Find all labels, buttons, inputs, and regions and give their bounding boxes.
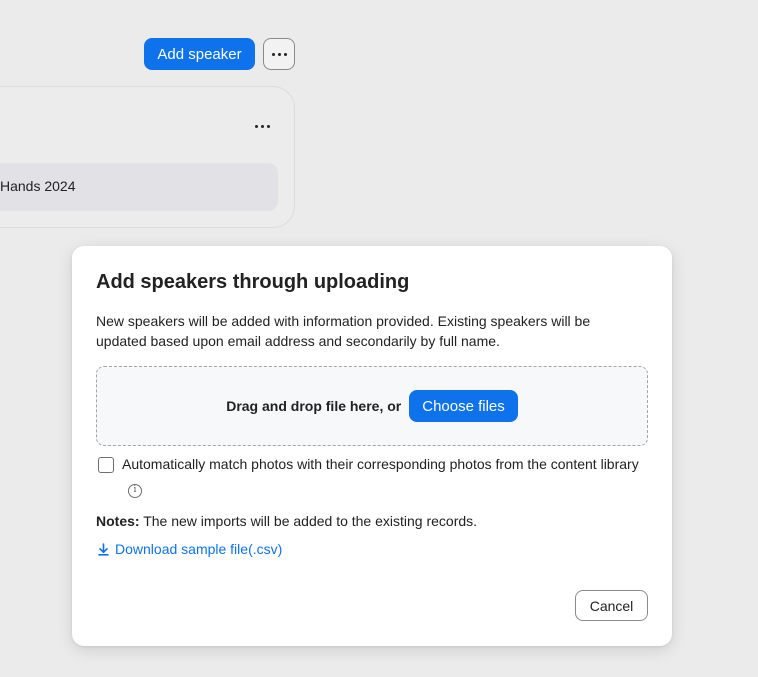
auto-match-photos-text: Automatically match photos with their co…	[122, 456, 639, 472]
ellipsis-icon	[254, 124, 270, 128]
dialog-title: Add speakers through uploading	[96, 271, 410, 293]
download-icon	[98, 542, 109, 556]
cancel-button[interactable]: Cancel	[575, 590, 648, 621]
auto-match-photos-label[interactable]: Automatically match photos with their co…	[122, 454, 642, 498]
ellipsis-icon	[271, 52, 287, 56]
page: Add speaker Hands 2024 Add speakers thro…	[0, 0, 758, 677]
notes: Notes: The new imports will be added to …	[96, 513, 477, 529]
download-sample-link[interactable]: Download sample file(.csv)	[97, 541, 282, 557]
choose-files-button[interactable]: Choose files	[409, 390, 518, 422]
auto-match-photos-checkbox[interactable]	[98, 457, 114, 473]
notes-text: The new imports will be added to the exi…	[143, 513, 478, 529]
notes-label: Notes:	[96, 513, 140, 529]
dialog-description: New speakers will be added with informat…	[96, 313, 591, 349]
upload-speakers-dialog: Add speakers through uploading New speak…	[72, 246, 672, 646]
file-dropzone[interactable]: Drag and drop file here, or Choose files	[96, 366, 648, 446]
card-session-label: Hands 2024	[0, 178, 76, 194]
card-more-button[interactable]	[250, 116, 274, 136]
more-options-button[interactable]	[263, 38, 295, 70]
download-sample-label: Download sample file(.csv)	[115, 541, 283, 557]
info-icon[interactable]: i	[128, 483, 142, 498]
dropzone-text: Drag and drop file here, or	[226, 398, 402, 414]
add-speaker-button[interactable]: Add speaker	[144, 38, 255, 70]
